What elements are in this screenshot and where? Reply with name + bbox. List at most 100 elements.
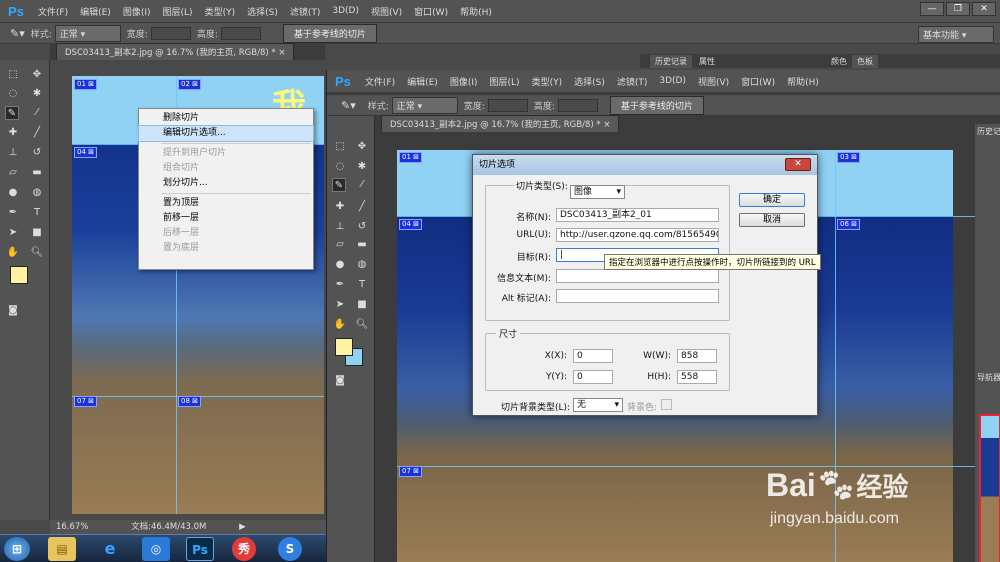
menu-file[interactable]: 文件(F) — [32, 5, 74, 18]
height-input[interactable] — [220, 26, 261, 40]
menu-type[interactable]: 类型(Y) — [199, 5, 242, 18]
menu-layer[interactable]: 图层(L) — [157, 5, 199, 18]
h-field[interactable]: 558 — [677, 370, 717, 384]
type-tool-icon[interactable]: T — [355, 278, 369, 292]
slice-type-select[interactable]: 图像 ▾ — [570, 185, 625, 199]
menu-3d[interactable]: 3D(D) — [326, 6, 365, 16]
url-field[interactable]: http://user.qzone.qq.com/81565490 — [556, 228, 719, 242]
shape-icon[interactable]: ■ — [355, 298, 369, 312]
restore-icon[interactable]: ❐ — [946, 2, 970, 16]
menu-view[interactable]: 视图(V) — [365, 5, 408, 18]
menu-window[interactable]: 窗口(W) — [408, 5, 454, 18]
move-tool-icon[interactable]: ✥ — [30, 68, 44, 82]
gradient-icon[interactable]: ▬ — [30, 166, 44, 180]
shape-icon[interactable]: ■ — [30, 226, 44, 240]
path-select-icon[interactable]: ➤ — [6, 226, 20, 240]
menu-combine-slices[interactable]: 组合切片 — [139, 161, 313, 176]
menu-window[interactable]: 窗口(W) — [735, 75, 781, 88]
width-input[interactable] — [150, 26, 191, 40]
marquee-tool-icon[interactable]: ⬚ — [6, 68, 20, 82]
eyedropper-icon[interactable]: ⁄ — [355, 178, 369, 192]
brush-icon[interactable]: ╱ — [355, 200, 369, 214]
photoshop-taskbar-icon[interactable]: Ps — [186, 537, 214, 561]
properties-tab[interactable]: 属性 — [694, 55, 720, 68]
type-tool-icon[interactable]: T — [30, 206, 44, 220]
bg-color-swatch[interactable] — [661, 399, 672, 410]
message-text-field[interactable] — [556, 269, 719, 283]
menu-bring-forward[interactable]: 前移一层 — [139, 211, 313, 226]
menu-edit[interactable]: 编辑(E) — [401, 75, 444, 88]
lasso-tool-icon[interactable]: ◌ — [333, 160, 347, 174]
navigator-tab[interactable]: 导航器 — [977, 372, 1000, 383]
eraser-icon[interactable]: ▱ — [6, 166, 20, 180]
internet-explorer-icon[interactable]: e — [96, 537, 124, 561]
history-tab[interactable]: 历史记 — [977, 126, 1000, 137]
menu-filter[interactable]: 滤镜(T) — [284, 5, 327, 18]
menu-image[interactable]: 图像(I) — [444, 75, 484, 88]
workspace-select[interactable]: 基本功能 ▾ — [918, 26, 994, 43]
healing-brush-icon[interactable]: ✚ — [333, 200, 347, 214]
blur-icon[interactable]: ● — [333, 258, 347, 272]
height-input[interactable] — [557, 98, 598, 112]
pen-icon[interactable]: ✒ — [333, 278, 347, 292]
ok-button[interactable]: 确定 — [739, 193, 805, 207]
dialog-close-icon[interactable]: ✕ — [785, 158, 811, 171]
eraser-icon[interactable]: ▱ — [333, 238, 347, 252]
stamp-icon[interactable]: ⊥ — [333, 220, 347, 234]
blur-icon[interactable]: ● — [6, 186, 20, 200]
healing-brush-icon[interactable]: ✚ — [6, 126, 20, 140]
move-tool-icon[interactable]: ✥ — [355, 140, 369, 154]
menu-select[interactable]: 选择(S) — [241, 5, 284, 18]
width-input[interactable] — [487, 98, 528, 112]
magic-wand-icon[interactable]: ✱ — [355, 160, 369, 174]
zoom-readout[interactable]: 16.67% — [56, 522, 88, 532]
quick-mask-icon[interactable]: ◙ — [333, 374, 347, 388]
explorer-icon[interactable]: ▤ — [48, 537, 76, 561]
dodge-icon[interactable]: ◍ — [355, 258, 369, 272]
quick-mask-icon[interactable]: ◙ — [6, 304, 20, 318]
y-field[interactable]: 0 — [573, 370, 613, 384]
back-doc-tab[interactable]: DSC03413_副本2.jpg @ 16.7% (我的主页, RGB/8) *… — [56, 43, 295, 60]
menu-help[interactable]: 帮助(H) — [781, 75, 825, 88]
eyedropper-icon[interactable]: ⁄ — [30, 106, 44, 120]
dodge-icon[interactable]: ◍ — [30, 186, 44, 200]
menu-file[interactable]: 文件(F) — [359, 75, 401, 88]
hand-icon[interactable]: ✋ — [6, 246, 20, 260]
foreground-color-swatch[interactable] — [10, 266, 28, 284]
cancel-button[interactable]: 取消 — [739, 213, 805, 227]
slice-tool-active-icon[interactable]: ✎ — [332, 178, 346, 192]
menu-edit-slice-options[interactable]: 编辑切片选项... — [138, 125, 314, 142]
menu-edit[interactable]: 编辑(E) — [74, 5, 117, 18]
menu-image[interactable]: 图像(I) — [117, 5, 157, 18]
menu-bring-to-front[interactable]: 置为顶层 — [139, 196, 313, 211]
menu-view[interactable]: 视图(V) — [692, 75, 735, 88]
front-doc-tab[interactable]: DSC03413_副本2.jpg @ 16.7% (我的主页, RGB/8) *… — [381, 115, 620, 132]
w-field[interactable]: 858 — [677, 349, 717, 363]
sogou-icon[interactable]: S — [278, 537, 302, 561]
meitu-icon[interactable]: 秀 — [232, 537, 256, 561]
slices-from-guides-button[interactable]: 基于参考线的切片 — [282, 23, 377, 43]
slice-tool-icon[interactable]: ✎▾ — [10, 27, 25, 40]
zoom-icon[interactable]: 🔍︎ — [30, 246, 44, 260]
lasso-tool-icon[interactable]: ◌ — [6, 87, 20, 101]
slice-tool-active-icon[interactable]: ✎ — [5, 106, 19, 120]
alt-tag-field[interactable] — [556, 289, 719, 303]
minimize-icon[interactable]: — — [920, 2, 944, 16]
menu-layer[interactable]: 图层(L) — [484, 75, 526, 88]
close-icon[interactable]: ✕ — [972, 2, 996, 16]
history-tab[interactable]: 历史记录 — [650, 55, 692, 68]
pen-icon[interactable]: ✒ — [6, 206, 20, 220]
swatches-tab[interactable]: 色板 — [852, 55, 878, 68]
marquee-tool-icon[interactable]: ⬚ — [333, 140, 347, 154]
menu-filter[interactable]: 滤镜(T) — [611, 75, 654, 88]
status-arrow-icon[interactable]: ▶ — [239, 522, 246, 532]
hand-icon[interactable]: ✋ — [333, 318, 347, 332]
slice-tool-icon[interactable]: ✎▾ — [341, 99, 356, 112]
foreground-color-swatch[interactable] — [335, 338, 353, 356]
menu-send-to-back[interactable]: 置为底层 — [139, 241, 313, 256]
style-select[interactable]: 正常 ▾ — [54, 24, 121, 42]
menu-help[interactable]: 帮助(H) — [454, 5, 498, 18]
menu-promote-user-slice[interactable]: 提升到用户切片 — [139, 146, 313, 161]
menu-type[interactable]: 类型(Y) — [526, 75, 569, 88]
history-brush-icon[interactable]: ↺ — [355, 220, 369, 234]
